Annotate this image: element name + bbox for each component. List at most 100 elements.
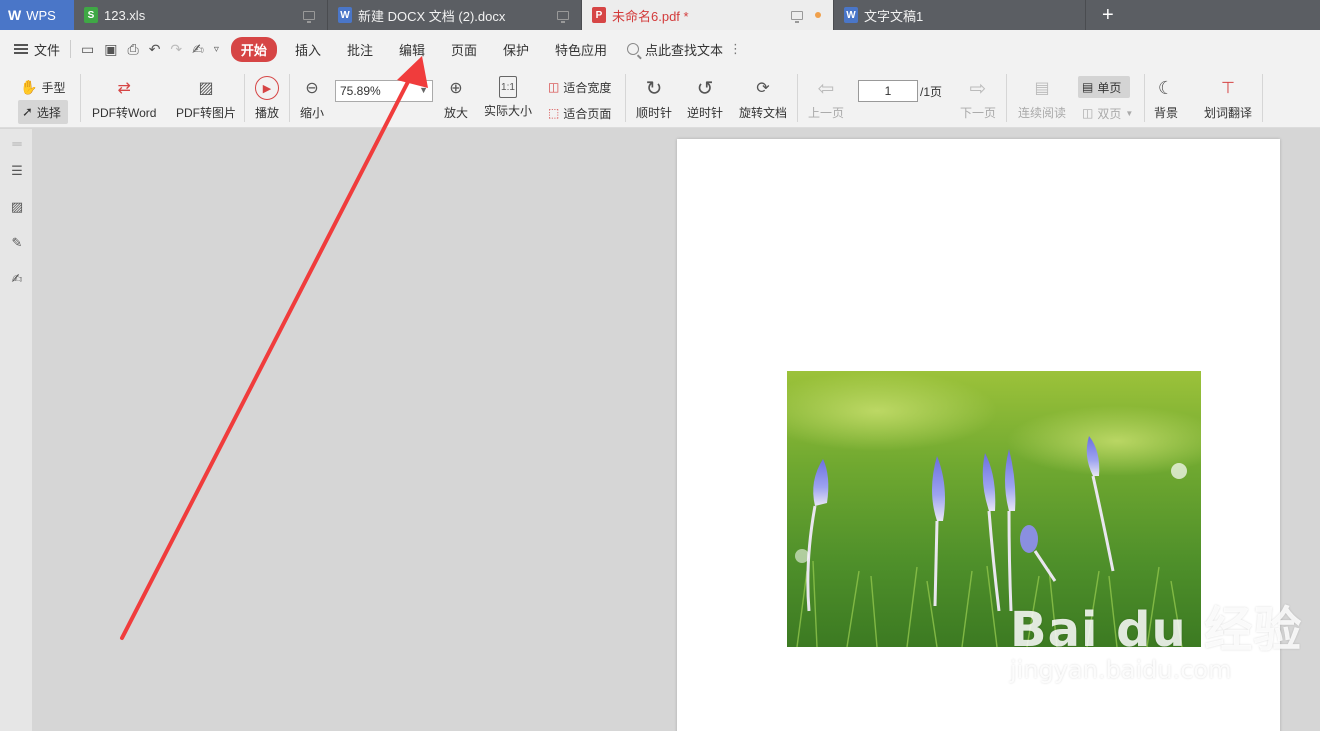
document-file-icon: W [338, 7, 352, 23]
undo-icon[interactable]: ↶ [149, 41, 161, 58]
zoom-in-button[interactable]: ⊕ 放大 [444, 76, 468, 121]
rotate-clockwise-button[interactable]: ↻ 顺时针 [636, 76, 672, 121]
continuous-reading-button[interactable]: ▤ 连续阅读 [1018, 76, 1066, 121]
fit-width-label: 适合宽度 [563, 80, 612, 95]
translate-label: 划词翻译 [1204, 106, 1253, 120]
next-page-button[interactable]: ⇨ 下一页 [960, 76, 996, 121]
thumbnail-icon[interactable]: ▨ [9, 199, 25, 215]
hand-tool-button[interactable]: ✋ 手型 [16, 76, 69, 98]
signature-icon[interactable]: ✍ [9, 271, 25, 287]
more-dropdown-icon[interactable]: ▿ [214, 44, 219, 55]
tab-label: 文字文稿1 [864, 8, 924, 24]
select-tool-button[interactable]: ➚ 选择 [18, 101, 65, 123]
rotate-document-label: 旋转文档 [739, 106, 788, 120]
fit-width-icon: ◫ [548, 80, 560, 94]
print-icon[interactable]: ⎙ [127, 41, 138, 58]
previous-page-button[interactable]: ⇦ 上一页 [808, 76, 844, 121]
page-total-label: /1页 [920, 85, 943, 99]
chevron-down-icon: ▼ [419, 85, 428, 95]
double-page-button[interactable]: ◫ 双页 ▼ [1078, 102, 1137, 124]
wps-home-tab[interactable]: W WPS [0, 0, 74, 30]
rotate-counterclockwise-icon: ↺ [696, 77, 714, 100]
signature-icon[interactable]: ✍ [192, 41, 204, 58]
outline-icon[interactable]: ☰ [9, 163, 25, 179]
watermark-url: jingyan.baidu.com [1010, 656, 1232, 684]
find-text-label: 点此查找文本 [645, 42, 724, 58]
tab-label: 123.xls [104, 7, 146, 23]
fit-page-icon: ⬚ [548, 106, 560, 120]
double-page-label: 双页 [1097, 106, 1122, 121]
more-options-icon[interactable]: ⋮ [729, 41, 742, 57]
arrow-left-icon: ⇦ [817, 77, 835, 100]
find-text-search[interactable]: 点此查找文本 ⋮ [627, 40, 742, 59]
search-icon [627, 43, 640, 55]
page-number-input[interactable]: 1 [858, 80, 918, 102]
zoom-level-select[interactable]: 75.89% ▼ [335, 80, 433, 102]
rotate-counterclockwise-button[interactable]: ↺ 逆时针 [687, 76, 723, 121]
annotation-pen-icon[interactable]: ✎ [9, 235, 25, 251]
tab-comment[interactable]: 批注 [347, 40, 373, 59]
actual-size-label: 实际大小 [484, 104, 533, 118]
float-window-icon[interactable] [791, 10, 803, 23]
file-menu[interactable]: 文件 [14, 40, 60, 59]
tab-pdf[interactable]: P 未命名6.pdf * [582, 0, 834, 30]
open-folder-icon[interactable]: ▭ [81, 41, 94, 58]
document-file-icon: W [844, 7, 858, 23]
fit-page-button[interactable]: ⬚ 适合页面 [544, 102, 615, 124]
ribbon-toolbar: ✋ 手型 ➚ 选择 ⇄ PDF转Word ▨ PDF转图片 ▶ 播放 ⊖ 缩小 … [0, 68, 1320, 128]
rotate-document-button[interactable]: ⟳ 旋转文档 [739, 76, 787, 121]
tab-page[interactable]: 页面 [451, 40, 477, 59]
moon-icon: ☾ [1157, 77, 1175, 98]
tab-edit[interactable]: 编辑 [399, 40, 425, 59]
baidu-jingyan-watermark: Bai du 经验 jingyan.baidu.com [1010, 590, 1302, 684]
rotate-document-icon: ⟳ [756, 80, 770, 97]
redo-icon[interactable]: ↷ [170, 41, 182, 58]
tab-start[interactable]: 开始 [230, 36, 277, 62]
fit-page-label: 适合页面 [563, 106, 612, 121]
rotate-clockwise-icon: ↻ [645, 77, 663, 100]
tab-bar: W WPS S 123.xls W 新建 DOCX 文档 (2).docx P … [0, 0, 1320, 30]
quick-access-toolbar: ▭ ▣ ⎙ ↶ ↷ ✍ ▿ [70, 40, 219, 58]
pdf-to-image-button[interactable]: ▨ PDF转图片 [176, 76, 236, 121]
float-window-icon[interactable] [303, 10, 315, 23]
arrow-right-icon: ⇨ [969, 77, 987, 100]
translate-button[interactable]: ⊤ 划词翻译 [1204, 76, 1252, 121]
zoom-in-label: 放大 [444, 106, 469, 120]
tab-docx[interactable]: W 新建 DOCX 文档 (2).docx [328, 0, 582, 30]
file-menu-label: 文件 [34, 42, 61, 58]
zoom-out-button[interactable]: ⊖ 缩小 [300, 76, 324, 121]
sidebar-grip-icon[interactable]: ═ [9, 135, 25, 151]
background-button[interactable]: ☾ 背景 [1154, 76, 1178, 121]
menu-bar: 文件 ▭ ▣ ⎙ ↶ ↷ ✍ ▿ 开始 插入 批注 编辑 页面 保护 特色应用 … [0, 30, 1320, 68]
unsaved-dot-icon [815, 12, 821, 18]
tab-label: 未命名6.pdf * [612, 8, 689, 24]
float-window-icon[interactable] [557, 10, 569, 23]
rotate-clockwise-label: 顺时针 [636, 106, 673, 120]
single-page-button[interactable]: ▤ 单页 [1078, 76, 1130, 98]
fit-width-button[interactable]: ◫ 适合宽度 [544, 76, 615, 98]
tab-protect[interactable]: 保护 [503, 40, 529, 59]
chevron-down-icon: ▼ [1125, 108, 1134, 118]
pdf-to-image-label: PDF转图片 [176, 106, 237, 120]
hand-icon: ✋ [20, 78, 38, 95]
continuous-reading-label: 连续阅读 [1018, 106, 1067, 120]
play-button[interactable]: ▶ 播放 [255, 76, 279, 121]
zoom-out-label: 缩小 [300, 106, 325, 120]
next-page-label: 下一页 [960, 106, 997, 120]
tab-features[interactable]: 特色应用 [555, 40, 607, 59]
tab-xls[interactable]: S 123.xls [74, 0, 328, 30]
pdf-file-icon: P [592, 7, 606, 23]
save-icon[interactable]: ▣ [104, 41, 117, 58]
cursor-arrow-icon: ➚ [22, 104, 33, 119]
pdf-to-word-label: PDF转Word [92, 106, 157, 120]
zoom-in-icon: ⊕ [449, 80, 463, 97]
tab-insert[interactable]: 插入 [295, 40, 321, 59]
new-tab-button[interactable]: + [1086, 0, 1114, 30]
tab-text-doc[interactable]: W 文字文稿1 [834, 0, 1086, 30]
pdf-to-word-button[interactable]: ⇄ PDF转Word [92, 76, 156, 121]
select-tool-label: 选择 [36, 105, 61, 120]
spreadsheet-file-icon: S [84, 7, 98, 23]
pdf-to-word-icon: ⇄ [117, 80, 131, 97]
hamburger-icon [14, 44, 28, 54]
actual-size-button[interactable]: 1:1 实际大小 [484, 76, 532, 119]
